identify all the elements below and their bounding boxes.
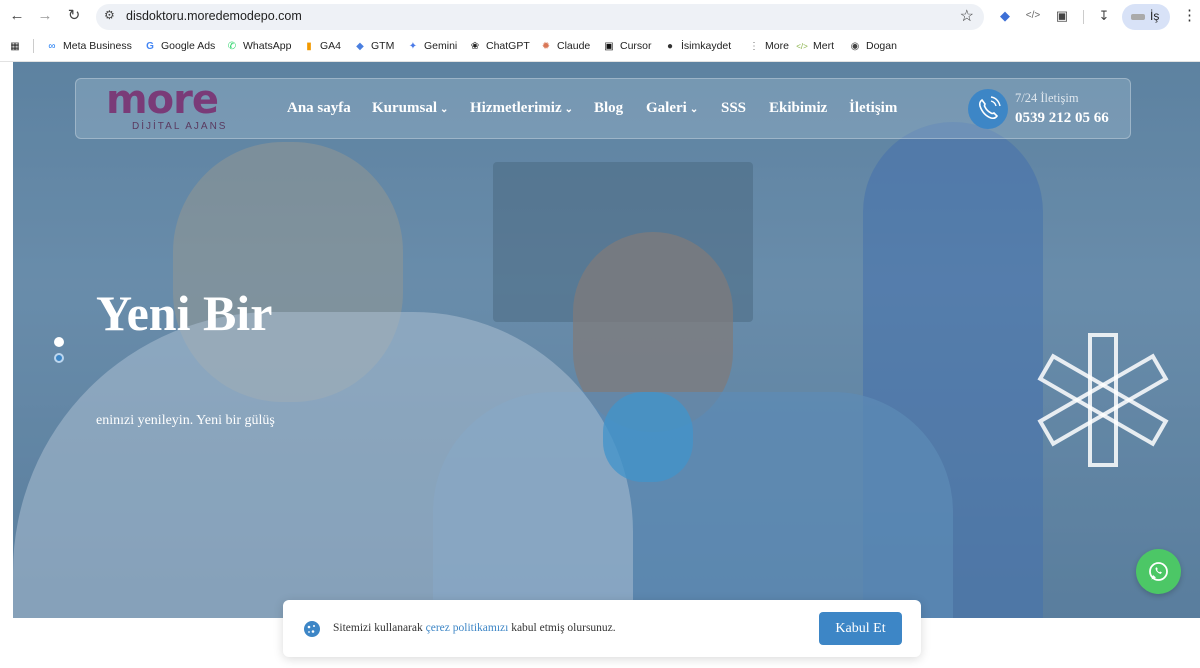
asterisk-decoration-icon	[1037, 333, 1169, 467]
chatgpt-icon: ❀	[470, 40, 480, 52]
gemini-icon: ✦	[408, 40, 418, 52]
reload-icon[interactable]: ↻	[64, 6, 84, 26]
apps-grid-icon[interactable]: ▦	[9, 38, 21, 54]
chevron-down-icon: ⌄	[564, 104, 574, 115]
logo-subtitle: DİJİTAL AJANS	[132, 121, 228, 132]
hero-subtitle: eninızi yenileyin. Yeni bir gülüş	[96, 413, 275, 428]
bookmarks-bar: ▦ ∞ Meta Business G Google Ads ✆ WhatsApp ▮…	[0, 34, 1200, 58]
contact-label: 7/24 İletişim	[1015, 91, 1079, 105]
back-arrow-icon[interactable]: ←	[7, 6, 27, 26]
browser-toolbar: ← → ↻ ⚙ disdoktoru.moredemodepo.com ☆ ◆ …	[0, 0, 1200, 33]
bookmark-star-icon[interactable]: ☆	[960, 6, 974, 26]
chevron-down-icon: ⌄	[689, 104, 699, 115]
cursor-icon: ▣	[604, 40, 614, 52]
hero-title: Yeni Bir	[96, 285, 273, 341]
accept-cookies-button[interactable]: Kabul Et	[819, 612, 902, 645]
bookmark-dogan[interactable]: ◉ Dogan	[849, 38, 897, 54]
phone-icon	[978, 96, 1001, 120]
claude-icon: ✹	[541, 40, 551, 52]
nav-sss[interactable]: SSS	[721, 100, 746, 117]
cookie-policy-link[interactable]: çerez politikamızı	[426, 622, 509, 634]
contact-phone[interactable]: 0539 212 05 66	[1015, 110, 1109, 127]
slider-dot-2[interactable]	[54, 353, 64, 363]
whatsapp-float-button[interactable]	[1136, 549, 1181, 594]
phone-call-button[interactable]	[968, 89, 1008, 129]
toolbar-divider	[1083, 10, 1084, 24]
bookmark-isimkaydet[interactable]: ● İsimkaydet	[664, 38, 731, 54]
code-icon: </>	[796, 41, 808, 51]
extensions-puzzle-icon[interactable]: ▣	[1053, 7, 1071, 25]
profile-button[interactable]: İş	[1122, 4, 1170, 30]
tag-extension-icon[interactable]: ◆	[996, 7, 1014, 25]
forward-arrow-icon[interactable]: →	[35, 6, 55, 26]
bookmark-claude[interactable]: ✹ Claude	[540, 38, 590, 54]
whatsapp-icon	[1149, 562, 1168, 581]
slider-dot-1[interactable]	[54, 337, 64, 347]
nav-blog[interactable]: Blog	[594, 100, 623, 117]
cookie-message: Sitemizi kullanarak çerez politikamızı k…	[333, 622, 616, 634]
url-text: disdoktoru.moredemodepo.com	[126, 9, 302, 23]
globe-icon: ◉	[850, 40, 860, 52]
nav-ana-sayfa[interactable]: Ana sayfa	[287, 100, 351, 117]
site-logo[interactable]: more DİJİTAL AJANS	[106, 77, 256, 135]
address-bar[interactable]: ⚙ disdoktoru.moredemodepo.com ☆	[96, 4, 984, 30]
bookmark-cursor[interactable]: ▣ Cursor	[603, 38, 651, 54]
bookmark-more[interactable]: ⋮ More	[748, 38, 789, 54]
download-icon[interactable]: ↧	[1095, 7, 1113, 25]
isimkaydet-icon: ●	[666, 40, 674, 52]
bookmark-meta-business[interactable]: ∞ Meta Business	[46, 38, 131, 54]
nav-hizmetlerimiz[interactable]: Hizmetlerimiz ⌄	[470, 100, 573, 117]
nav-iletisim[interactable]: İletişim	[849, 100, 897, 117]
bookmark-chatgpt[interactable]: ❀ ChatGPT	[469, 38, 530, 54]
cookie-icon	[304, 621, 320, 637]
meta-icon: ∞	[48, 40, 56, 52]
code-extension-icon[interactable]: </>	[1024, 7, 1042, 25]
bookmark-gtm[interactable]: ◆ GTM	[354, 38, 394, 54]
analytics-icon: ▮	[306, 40, 312, 52]
avatar	[1131, 14, 1145, 20]
nav-kurumsal[interactable]: Kurumsal ⌄	[372, 100, 448, 117]
whatsapp-icon: ✆	[227, 40, 237, 52]
site-settings-icon[interactable]: ⚙	[104, 8, 115, 22]
browser-menu-icon[interactable]: ⋮	[1182, 6, 1197, 24]
bookmark-ga4[interactable]: ▮ GA4	[303, 38, 341, 54]
gtm-icon: ◆	[356, 40, 364, 52]
chevron-down-icon: ⌄	[440, 104, 449, 115]
logo-wordmark: more	[106, 77, 219, 123]
cookie-banner: Sitemizi kullanarak çerez politikamızı k…	[283, 600, 921, 657]
nav-ekibimiz[interactable]: Ekibimiz	[769, 100, 827, 117]
bookmark-google-ads[interactable]: G Google Ads	[144, 38, 215, 54]
nav-galeri[interactable]: Galeri ⌄	[646, 100, 698, 117]
bookmark-whatsapp[interactable]: ✆ WhatsApp	[226, 38, 292, 54]
bookmark-mert[interactable]: </> Mert	[796, 38, 834, 54]
more-icon: ⋮	[749, 40, 759, 52]
site-header: more DİJİTAL AJANS Ana sayfa Kurumsal ⌄ H…	[75, 77, 1131, 139]
google-icon: G	[146, 40, 154, 52]
profile-label: İş	[1150, 9, 1160, 23]
bookmark-gemini[interactable]: ✦ Gemini	[407, 38, 457, 54]
bookmarks-divider	[33, 39, 34, 53]
